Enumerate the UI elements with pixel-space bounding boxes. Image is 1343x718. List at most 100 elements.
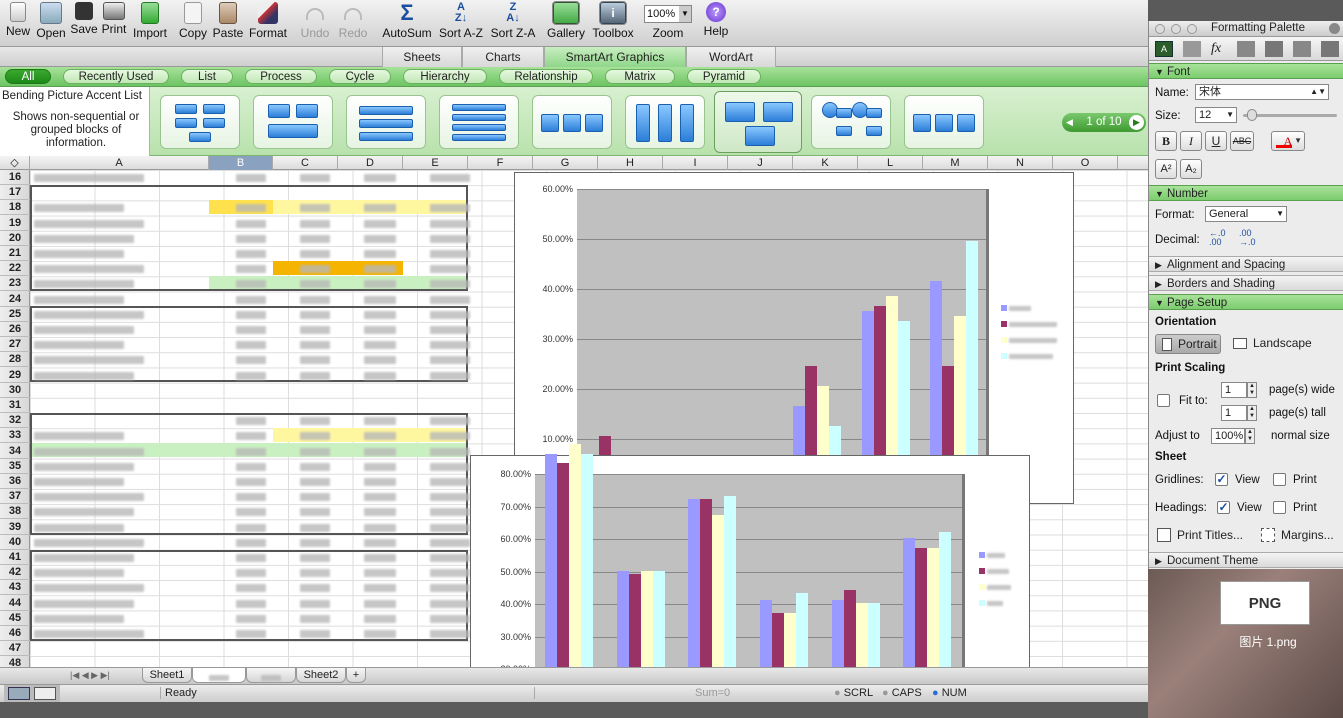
- reference-tools-icon[interactable]: [1265, 41, 1283, 57]
- category-matrix[interactable]: Matrix: [605, 69, 675, 84]
- smartart-thumb-5[interactable]: [532, 95, 612, 149]
- pages-tall-field[interactable]: 1: [1221, 405, 1247, 421]
- font-name-field[interactable]: 宋体 ▲▼: [1195, 84, 1329, 100]
- sort-ascending-button[interactable]: A Z↓ Sort A-Z: [437, 2, 485, 41]
- font-size-field[interactable]: 12 ▼: [1195, 107, 1237, 123]
- column-header-e[interactable]: E: [403, 156, 468, 170]
- help-button[interactable]: ? Help: [700, 2, 732, 38]
- row-header[interactable]: 43: [0, 580, 30, 596]
- row-header[interactable]: 46: [0, 626, 30, 641]
- column-header-g[interactable]: G: [533, 156, 598, 170]
- increase-decimal-icon[interactable]: ←.0.00: [1209, 229, 1226, 247]
- row-header[interactable]: 28: [0, 352, 30, 368]
- palette-collapse-icon[interactable]: [1329, 23, 1340, 34]
- print-titles-button[interactable]: Print Titles...: [1155, 528, 1243, 542]
- category-recently-used[interactable]: Recently Used: [63, 69, 169, 84]
- row-header[interactable]: 34: [0, 444, 30, 459]
- column-header-i[interactable]: I: [663, 156, 728, 170]
- category-hierarchy[interactable]: Hierarchy: [403, 69, 487, 84]
- category-pyramid[interactable]: Pyramid: [687, 69, 761, 84]
- close-window-icon[interactable]: [1155, 24, 1165, 34]
- row-header[interactable]: 30: [0, 383, 30, 398]
- previous-page-icon[interactable]: ◀: [1066, 113, 1073, 132]
- toolbox-button[interactable]: i Toolbox: [590, 1, 636, 40]
- slider-thumb[interactable]: [1247, 109, 1257, 121]
- row-header[interactable]: 32: [0, 413, 30, 429]
- column-header-n[interactable]: N: [988, 156, 1053, 170]
- smartart-thumb-8[interactable]: [811, 95, 891, 149]
- category-cycle[interactable]: Cycle: [329, 69, 391, 84]
- column-header-j[interactable]: J: [728, 156, 793, 170]
- adjust-to-field[interactable]: 100%: [1211, 428, 1245, 444]
- sheet-navigation-arrows[interactable]: |◀ ◀ ▶ ▶|: [70, 670, 110, 681]
- save-button[interactable]: Save: [70, 2, 98, 36]
- smartart-thumb-2[interactable]: [253, 95, 333, 149]
- font-color-button[interactable]: A ▼: [1271, 131, 1305, 151]
- font-size-slider[interactable]: [1243, 109, 1337, 121]
- new-button[interactable]: New: [4, 2, 32, 38]
- tab-wordart[interactable]: WordArt: [686, 47, 776, 67]
- autosum-button[interactable]: Σ AutoSum: [381, 2, 433, 41]
- row-header[interactable]: 18: [0, 200, 30, 216]
- row-header[interactable]: 47: [0, 641, 30, 657]
- italic-button[interactable]: I: [1180, 131, 1202, 151]
- row-header[interactable]: 19: [0, 216, 30, 231]
- column-header-a[interactable]: A: [30, 156, 209, 170]
- column-header-m[interactable]: M: [923, 156, 988, 170]
- compatibility-icon[interactable]: [1293, 41, 1311, 57]
- tab-sheets[interactable]: Sheets: [382, 47, 462, 67]
- headings-print-checkbox[interactable]: [1273, 501, 1286, 514]
- select-all-corner[interactable]: ◇: [0, 156, 30, 170]
- category-process[interactable]: Process: [245, 69, 317, 84]
- row-header[interactable]: 38: [0, 504, 30, 520]
- row-header[interactable]: 35: [0, 459, 30, 474]
- fit-to-checkbox[interactable]: [1157, 394, 1170, 407]
- pages-wide-stepper[interactable]: ▲ ▼: [1247, 382, 1257, 398]
- scrapbook-icon[interactable]: [1237, 41, 1255, 57]
- pages-tall-stepper[interactable]: ▲ ▼: [1247, 405, 1257, 421]
- paste-button[interactable]: Paste: [212, 2, 244, 40]
- document-theme-section-header[interactable]: ▶ Document Theme: [1149, 552, 1343, 568]
- sheet-tab-sheet2[interactable]: Sheet2: [296, 668, 346, 683]
- underline-button[interactable]: U: [1205, 131, 1227, 151]
- column-header-c[interactable]: C: [273, 156, 338, 170]
- object-palette-icon[interactable]: [1183, 41, 1201, 57]
- headings-view-checkbox[interactable]: ✓: [1217, 501, 1230, 514]
- zoom-control[interactable]: 100% ▼ Zoom: [643, 2, 693, 40]
- gallery-button[interactable]: Gallery: [546, 1, 586, 40]
- formula-builder-icon[interactable]: fx: [1211, 41, 1221, 57]
- row-header[interactable]: 41: [0, 550, 30, 565]
- page-layout-view-icon[interactable]: [34, 687, 56, 700]
- column-header-b[interactable]: B: [209, 156, 273, 170]
- desktop-file-name[interactable]: 图片 1.png: [1218, 633, 1318, 650]
- borders-section-header[interactable]: ▶ Borders and Shading: [1149, 275, 1343, 291]
- smartart-thumb-7-selected[interactable]: [714, 91, 802, 153]
- alignment-section-header[interactable]: ▶ Alignment and Spacing: [1149, 256, 1343, 272]
- row-header[interactable]: 42: [0, 565, 30, 581]
- column-header-o[interactable]: O: [1053, 156, 1118, 170]
- row-header[interactable]: 21: [0, 246, 30, 261]
- decrease-decimal-icon[interactable]: .00 →.0: [1239, 229, 1256, 247]
- row-header[interactable]: 36: [0, 474, 30, 489]
- number-format-select[interactable]: General ▼: [1205, 206, 1287, 222]
- row-header[interactable]: 45: [0, 611, 30, 626]
- formatting-palette-icon[interactable]: A: [1155, 41, 1173, 57]
- smartart-thumb-9[interactable]: [904, 95, 984, 149]
- copy-button[interactable]: Copy: [177, 2, 209, 40]
- sort-descending-button[interactable]: Z A↓ Sort Z-A: [489, 2, 537, 41]
- row-header[interactable]: 24: [0, 292, 30, 307]
- row-header[interactable]: 26: [0, 322, 30, 337]
- number-section-header[interactable]: ▼ Number: [1149, 185, 1343, 201]
- print-button[interactable]: Print: [100, 2, 128, 36]
- smartart-thumb-1[interactable]: [160, 95, 240, 149]
- project-palette-icon[interactable]: [1321, 41, 1339, 57]
- category-list[interactable]: List: [181, 69, 233, 84]
- gridlines-print-checkbox[interactable]: [1273, 473, 1286, 486]
- smartart-thumb-4[interactable]: [439, 95, 519, 149]
- format-painter-button[interactable]: Format: [247, 2, 289, 40]
- tab-charts[interactable]: Charts: [462, 47, 544, 67]
- portrait-button[interactable]: Portrait: [1155, 334, 1221, 354]
- chart-2[interactable]: 80.00%70.00%60.00%50.00%40.00%30.00%20.0…: [470, 443, 1030, 667]
- column-header-f[interactable]: F: [468, 156, 533, 170]
- font-section-header[interactable]: ▼ Font: [1149, 63, 1343, 79]
